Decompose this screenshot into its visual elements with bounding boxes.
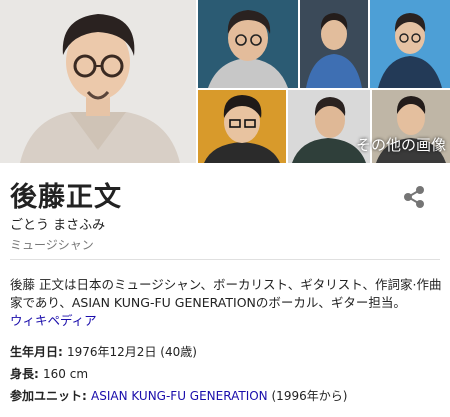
fact-label: 身長 — [10, 367, 35, 381]
share-button[interactable] — [400, 183, 428, 211]
thumbnail-4[interactable] — [198, 90, 286, 163]
share-icon — [404, 186, 424, 208]
entity-type: ミュージシャン — [10, 238, 94, 252]
thumbnail-1[interactable] — [198, 0, 298, 88]
wikipedia-link[interactable]: ウィキペディア — [10, 313, 97, 328]
fact-birth: 生年月日: 1976年12月2日 (40歳) — [10, 345, 197, 359]
entity-reading: ごとう まさふみ — [10, 218, 106, 233]
unit-link[interactable]: ASIAN KUNG-FU GENERATION — [91, 389, 268, 403]
fact-label: 生年月日 — [10, 345, 59, 359]
divider — [10, 259, 440, 260]
entity-title: 後藤正文 — [10, 182, 122, 213]
thumbnail-2[interactable] — [300, 0, 368, 88]
fact-value: 1976年12月2日 (40歳) — [67, 345, 197, 359]
knowledge-panel: 後藤正文 ごとう まさふみ ミュージシャン 後藤 正文は日本のミュージシャン、ボ… — [0, 163, 450, 417]
fact-height: 身長: 160 cm — [10, 367, 89, 381]
fact-value: (1996年から) — [271, 389, 348, 403]
facts-list: 生年月日: 1976年12月2日 (40歳) 身長: 160 cm 参加ユニット… — [10, 341, 347, 407]
image-gallery: その他の画像 — [0, 0, 450, 163]
more-images-link[interactable]: その他の画像 — [356, 134, 446, 155]
thumbnail-3[interactable] — [370, 0, 450, 88]
fact-unit: 参加ユニット: ASIAN KUNG-FU GENERATION (1996年か… — [10, 389, 348, 403]
description-text: 後藤 正文は日本のミュージシャン、ボーカリスト、ギタリスト、作詞家·作曲家であり… — [10, 277, 442, 310]
entity-description: 後藤 正文は日本のミュージシャン、ボーカリスト、ギタリスト、作詞家·作曲家であり… — [10, 276, 442, 330]
fact-value: 160 cm — [43, 367, 89, 381]
fact-label: 参加ユニット — [10, 389, 83, 403]
main-photo[interactable] — [0, 0, 196, 163]
